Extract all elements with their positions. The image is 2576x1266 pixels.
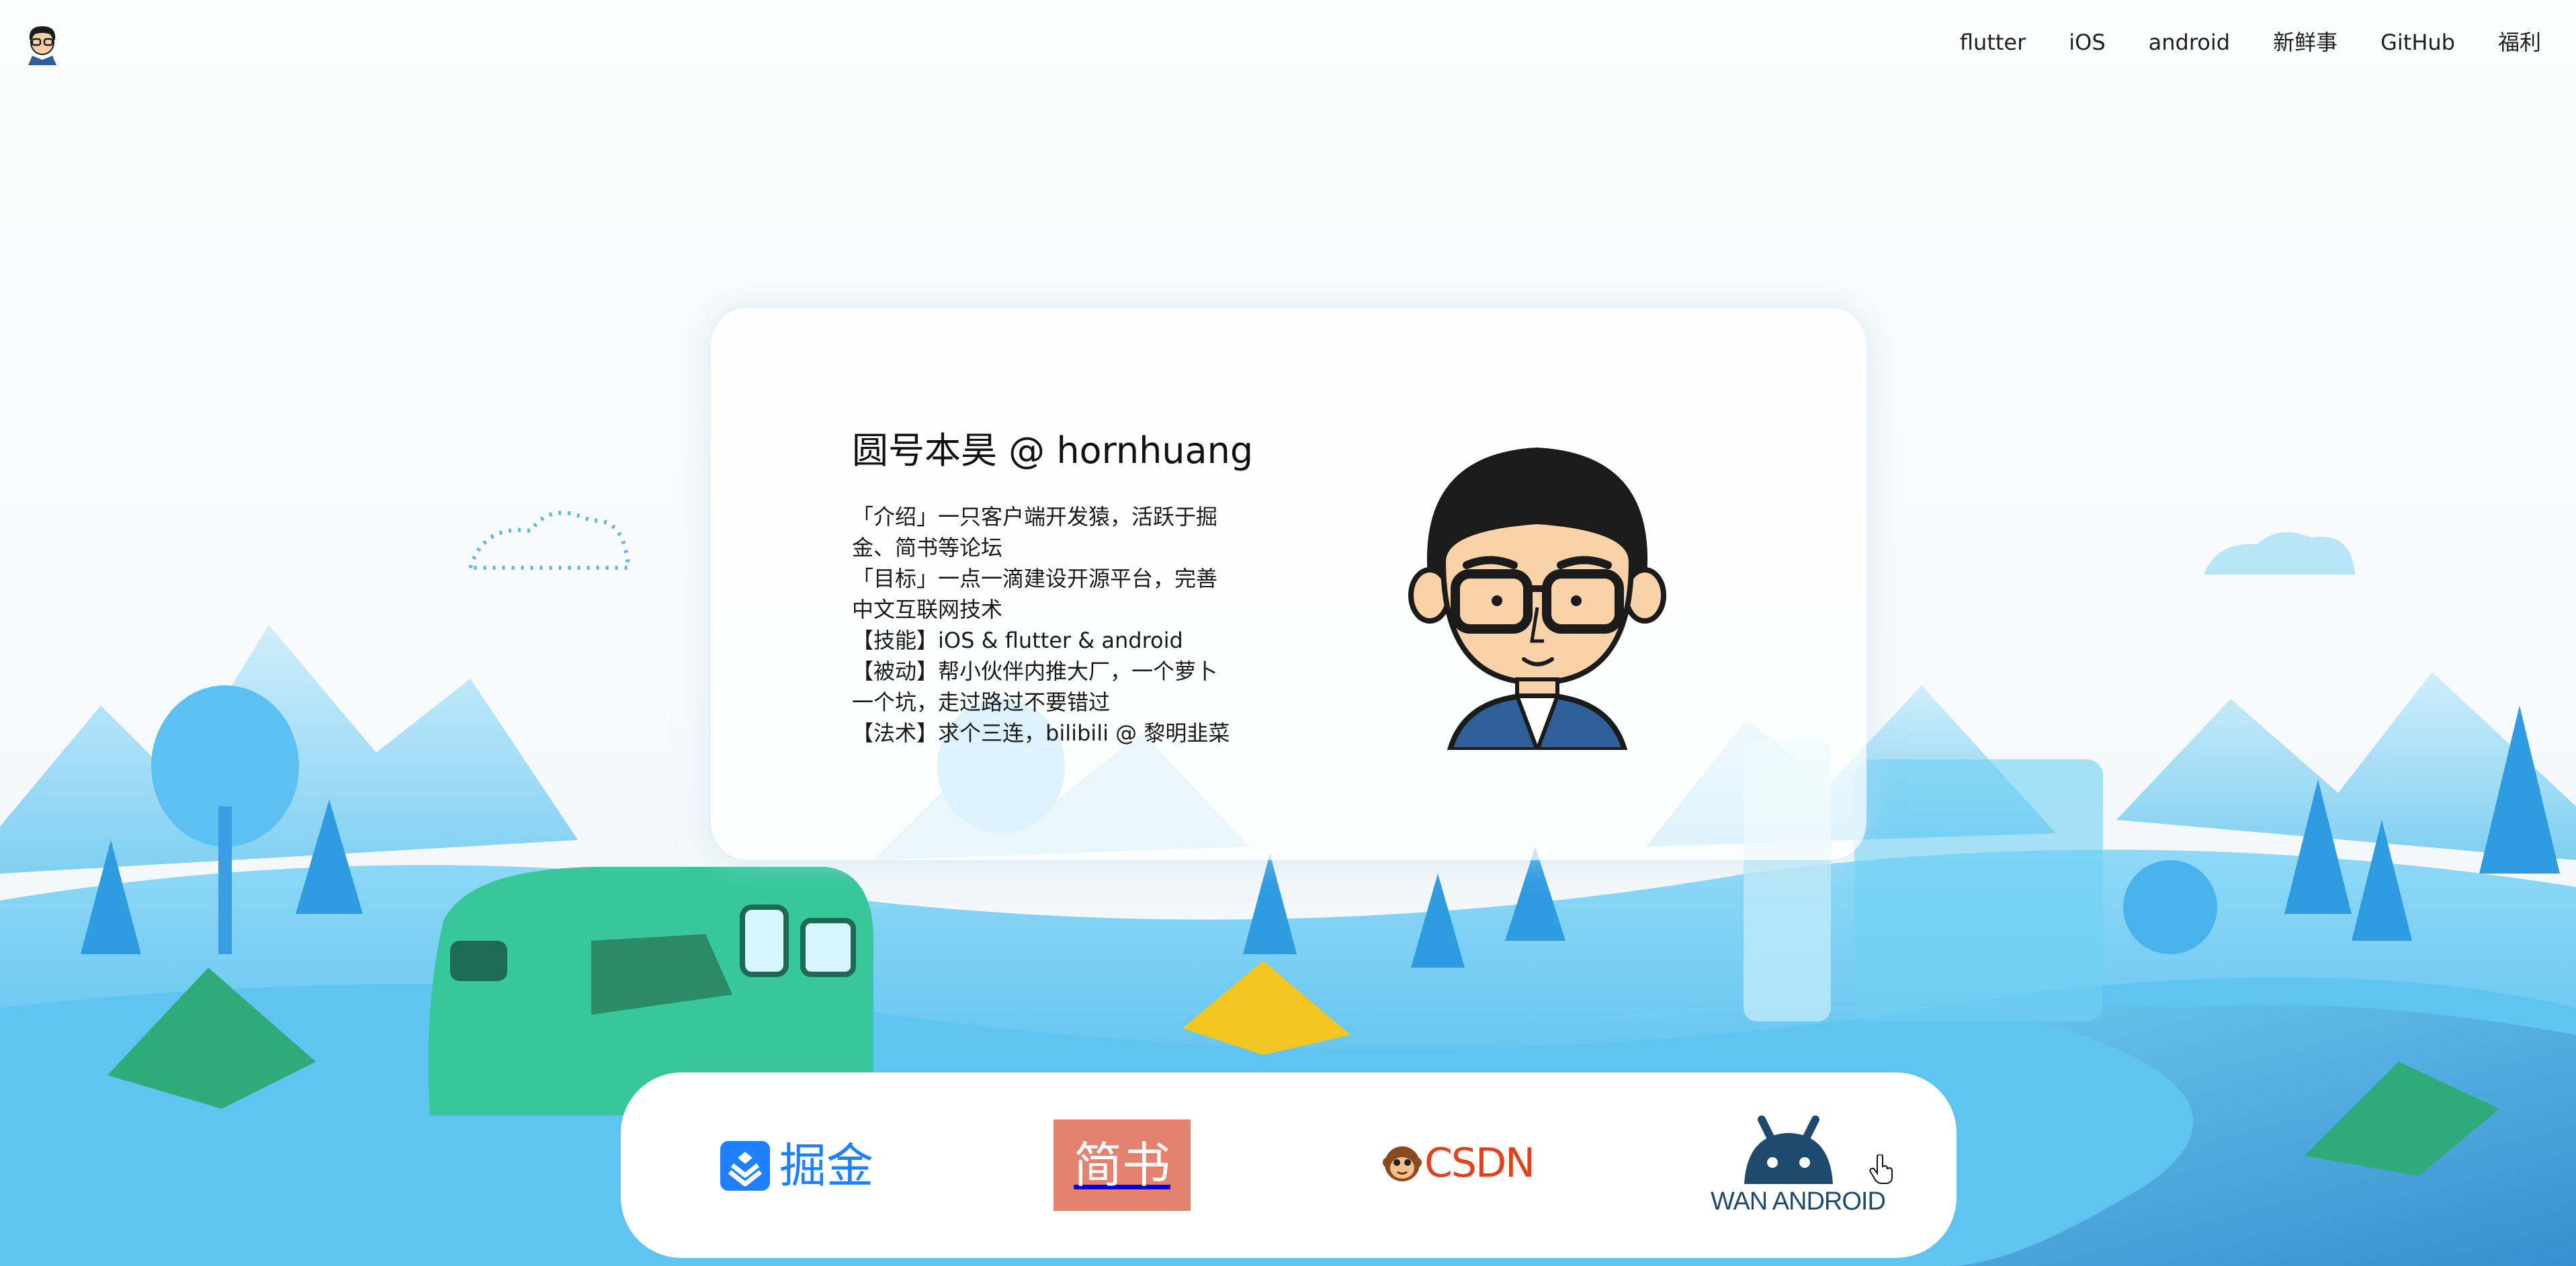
profile-card: 圆号本昊 @ hornhuang 「介绍」一只客户端开发猿，活跃于掘 金、简书等… xyxy=(711,308,1866,860)
top-navigation-bar: flutter iOS android 新鲜事 GitHub 福利 xyxy=(0,0,2576,87)
profile-passive-line-1: 【被动】帮小伙伴内推大厂，一个萝卜 xyxy=(852,659,1218,684)
profile-passive-line-2: 一个坑，走过路过不要错过 xyxy=(852,689,1111,715)
csdn-link[interactable]: CSDN xyxy=(1383,1140,1535,1187)
profile-text: 圆号本昊 @ hornhuang 「介绍」一只客户端开发猿，活跃于掘 金、简书等… xyxy=(852,427,1254,749)
juejin-label: 掘金 xyxy=(779,1138,873,1193)
nav-ios[interactable]: iOS xyxy=(2069,26,2105,59)
juejin-link[interactable]: 掘金 xyxy=(720,1138,875,1193)
profile-goal-line-2: 中文互联网技术 xyxy=(852,597,1003,622)
hand-pointer-cursor-icon xyxy=(1869,1154,1893,1184)
csdn-monkey-icon xyxy=(1383,1146,1422,1181)
android-head-icon xyxy=(1744,1115,1833,1184)
community-links-bar: 掘金 简书 CSDN WAN ANDROID xyxy=(621,1072,1957,1258)
nav-news[interactable]: 新鲜事 xyxy=(2273,26,2337,59)
nav-android[interactable]: android xyxy=(2149,26,2230,59)
jianshu-label: 简书 xyxy=(1073,1137,1170,1193)
jianshu-link[interactable]: 简书 xyxy=(1054,1120,1191,1211)
main-nav: flutter iOS android 新鲜事 GitHub 福利 xyxy=(1960,26,2541,59)
profile-spell-line: 【法术】求个三连，bilibili @ 黎明韭菜 xyxy=(852,720,1230,746)
csdn-label: CSDN xyxy=(1424,1140,1535,1187)
nav-welfare[interactable]: 福利 xyxy=(2498,26,2541,59)
profile-avatar-icon xyxy=(1408,448,1666,750)
profile-title: 圆号本昊 @ hornhuang xyxy=(852,429,1254,472)
profile-intro-line-1: 「介绍」一只客户端开发猿，活跃于掘 xyxy=(852,504,1218,530)
wanandroid-label: WAN ANDROID xyxy=(1711,1187,1886,1216)
juejin-logo-icon xyxy=(720,1141,770,1191)
profile-goal-line-1: 「目标」一点一滴建设开源平台，完善 xyxy=(852,566,1218,591)
avatar-logo-icon[interactable] xyxy=(26,24,59,65)
wanandroid-link[interactable]: WAN ANDROID xyxy=(1711,1110,1886,1223)
profile-skill-line: 【技能】iOS & flutter & android xyxy=(852,628,1183,653)
nav-flutter[interactable]: flutter xyxy=(1960,26,2026,59)
nav-github[interactable]: GitHub xyxy=(2380,26,2455,59)
profile-intro-line-2: 金、简书等论坛 xyxy=(852,535,1003,560)
